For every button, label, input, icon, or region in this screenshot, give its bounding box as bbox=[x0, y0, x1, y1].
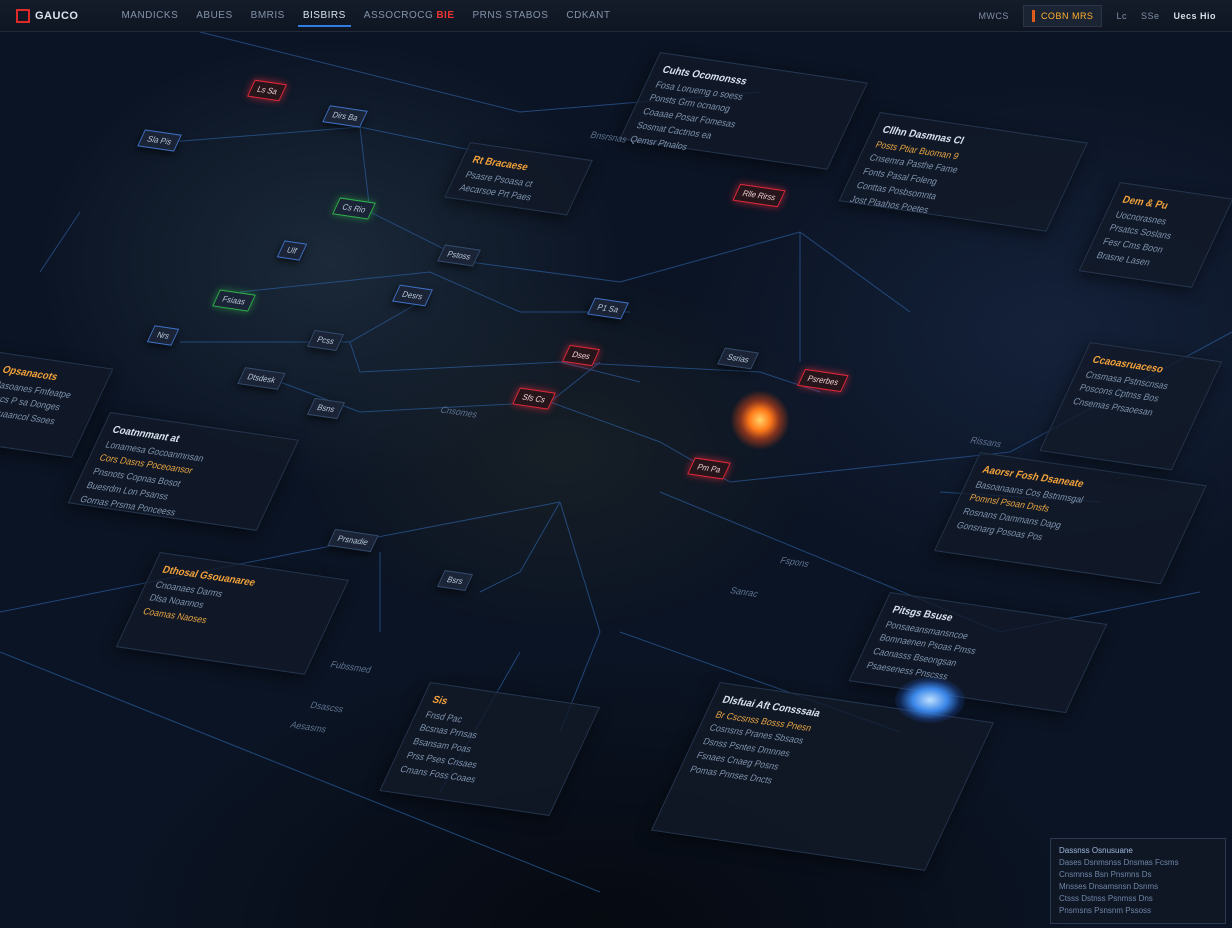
nav-item-5[interactable]: ASSOCROCG BIE bbox=[355, 1, 464, 30]
inset-line: Pnsmsns Psnsnm Pssoss bbox=[1059, 906, 1152, 915]
nav-item-3[interactable]: BMRIS bbox=[242, 1, 294, 30]
status-alert-icon bbox=[1031, 9, 1035, 22]
logo-text: GAUCO bbox=[35, 9, 79, 22]
incident-hotspot-icon[interactable] bbox=[730, 390, 790, 450]
top-navigation-bar: GAUCO MANDICKS ABUES BMRIS BISBIRS ASSOC… bbox=[0, 0, 1232, 32]
nav-item-6[interactable]: PRNS STABOS bbox=[463, 1, 557, 30]
inset-title: Dassnss Osnusuane bbox=[1059, 846, 1133, 855]
nav-item-2[interactable]: ABUES bbox=[187, 1, 241, 30]
details-inset-panel[interactable]: Dassnss Osnusuane Dases Dsnmsnss Dnsmas … bbox=[1050, 838, 1226, 924]
top-right-item-2[interactable]: SSe bbox=[1141, 11, 1160, 21]
app-logo[interactable]: GAUCO bbox=[16, 8, 79, 23]
top-right-controls: MWCS COBN MRS Lc SSe Uecs Hio bbox=[978, 4, 1216, 27]
top-right-item-1[interactable]: Lc bbox=[1116, 11, 1127, 21]
nav-alert-badge: BIE bbox=[436, 10, 455, 21]
network-map-canvas[interactable]: Cuhts Ocomonsss Fosa Loruemg o soess Pon… bbox=[0, 32, 1232, 928]
inset-line: Dases Dsnmsnss Dnsmas Fcsms bbox=[1059, 858, 1179, 867]
nav-item-1[interactable]: MANDICKS bbox=[112, 1, 187, 30]
status-indicator[interactable]: COBN MRS bbox=[1022, 4, 1103, 27]
nav-item-7[interactable]: CDKANT bbox=[557, 1, 619, 30]
inset-line: Mnsses Dnsamsnsn Dsnms bbox=[1059, 882, 1159, 891]
status-orb-icon[interactable] bbox=[895, 677, 965, 723]
nav-item-4-active[interactable]: BISBIRS bbox=[294, 1, 355, 30]
status-value: COBN MRS bbox=[1040, 10, 1094, 21]
logo-icon bbox=[16, 8, 30, 23]
inset-line: Ctsss Dstnss Psnmss Dns bbox=[1059, 894, 1153, 903]
status-label: MWCS bbox=[978, 10, 1009, 21]
inset-line: Cnsmnss Bsn Pnsmns Ds bbox=[1059, 870, 1152, 879]
user-menu[interactable]: Uecs Hio bbox=[1173, 11, 1216, 21]
main-nav: MANDICKS ABUES BMRIS BISBIRS ASSOCROCG BI… bbox=[112, 1, 619, 30]
